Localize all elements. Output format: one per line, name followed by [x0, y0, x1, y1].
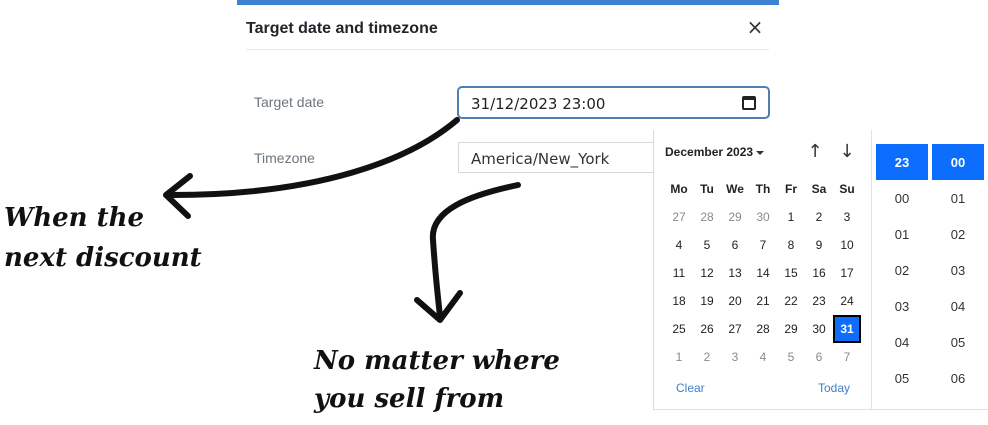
calendar-day[interactable]: 2	[805, 203, 833, 231]
calendar-day[interactable]: 29	[721, 203, 749, 231]
calendar-day[interactable]: 19	[693, 287, 721, 315]
weekday-label: We	[726, 182, 744, 196]
hour-option[interactable]: 00	[876, 180, 928, 216]
minute-option[interactable]: 04	[932, 288, 984, 324]
minute-option[interactable]: 03	[932, 252, 984, 288]
calendar-day[interactable]: 27	[721, 315, 749, 343]
next-month-button[interactable]: ↓	[835, 140, 859, 164]
close-button[interactable]: ×	[745, 17, 765, 37]
calendar-day[interactable]: 1	[665, 343, 693, 371]
weekday-label: Sa	[811, 182, 827, 196]
today-button[interactable]: Today	[818, 381, 850, 395]
calendar-day[interactable]: 29	[777, 315, 805, 343]
hour-option[interactable]: 02	[876, 252, 928, 288]
calendar-day[interactable]: 18	[665, 287, 693, 315]
calendar-day[interactable]: 5	[693, 231, 721, 259]
calendar-icon[interactable]	[742, 96, 756, 110]
calendar-day[interactable]: 5	[777, 343, 805, 371]
annotation-when-next-discount: When the next discount	[4, 198, 202, 278]
minute-option[interactable]: 00	[932, 144, 984, 180]
calendar-day[interactable]: 7	[749, 231, 777, 259]
annotation-no-matter-where: No matter where you sell from	[314, 342, 560, 418]
month-year-label: December 2023	[665, 145, 754, 159]
minute-option[interactable]: 05	[932, 324, 984, 360]
calendar-day[interactable]: 9	[805, 231, 833, 259]
calendar-day[interactable]: 8	[777, 231, 805, 259]
timezone-value: America/New_York	[471, 150, 610, 168]
calendar-day[interactable]: 3	[833, 203, 861, 231]
previous-month-button[interactable]: ↑	[803, 140, 827, 164]
weekday-label: Mo	[670, 182, 688, 196]
time-column-divider	[871, 130, 872, 410]
annotation-line: you sell from	[314, 384, 505, 414]
modal-header: Target date and timezone ×	[246, 14, 769, 50]
target-date-value: 31/12/2023 23:00	[471, 95, 606, 113]
calendar-days-grid: 27 28 29 30 1 2 3 4 5 6 7 8 9 10 11 12 13 14 15 16 17 18 19 20 2…	[665, 203, 861, 371]
target-date-input[interactable]: 31/12/2023 23:00	[457, 86, 770, 119]
calendar-day[interactable]: 1	[777, 203, 805, 231]
calendar-day[interactable]: 4	[665, 231, 693, 259]
calendar-day[interactable]: 22	[777, 287, 805, 315]
minute-option[interactable]: 02	[932, 216, 984, 252]
calendar-day[interactable]: 15	[777, 259, 805, 287]
hour-option[interactable]: 03	[876, 288, 928, 324]
calendar-day[interactable]: 21	[749, 287, 777, 315]
calendar-day[interactable]: 26	[693, 315, 721, 343]
timezone-label: Timezone	[254, 150, 315, 166]
weekday-label: Tu	[700, 182, 714, 196]
arrow-to-timezone-head	[414, 290, 463, 323]
calendar-day[interactable]: 13	[721, 259, 749, 287]
calendar-day[interactable]: 25	[665, 315, 693, 343]
minute-option[interactable]: 06	[932, 360, 984, 396]
clear-button[interactable]: Clear	[676, 381, 705, 395]
hour-option[interactable]: 23	[876, 144, 928, 180]
target-date-label: Target date	[254, 94, 325, 110]
calendar-day[interactable]: 3	[721, 343, 749, 371]
calendar-day[interactable]: 30	[749, 203, 777, 231]
calendar-day[interactable]: 23	[805, 287, 833, 315]
hours-column: 23 00 01 02 03 04 05	[876, 144, 928, 396]
modal-title: Target date and timezone	[246, 20, 438, 37]
timezone-input[interactable]: America/New_York	[458, 142, 654, 173]
modal-top-accent-bar	[237, 0, 779, 5]
calendar-day[interactable]: 10	[833, 231, 861, 259]
annotation-line: When the	[4, 203, 145, 233]
calendar-day[interactable]: 11	[665, 259, 693, 287]
calendar-day[interactable]: 28	[749, 315, 777, 343]
arrow-to-timezone-curve	[429, 182, 521, 319]
calendar-day[interactable]: 7	[833, 343, 861, 371]
calendar-day[interactable]: 24	[833, 287, 861, 315]
calendar-day[interactable]: 14	[749, 259, 777, 287]
calendar-day[interactable]: 17	[833, 259, 861, 287]
calendar-day[interactable]: 4	[749, 343, 777, 371]
calendar-day[interactable]: 27	[665, 203, 693, 231]
hour-option[interactable]: 05	[876, 360, 928, 396]
minute-option[interactable]: 01	[932, 180, 984, 216]
calendar-day-selected[interactable]: 31	[833, 315, 861, 343]
minutes-column: 00 01 02 03 04 05 06	[932, 144, 984, 396]
calendar-day[interactable]: 6	[721, 231, 749, 259]
calendar-day[interactable]: 16	[805, 259, 833, 287]
datetime-picker-popup: December 2023 ↑ ↓ Mo Tu We Th Fr Sa Su 27 28 29 3…	[653, 130, 988, 410]
calendar-day[interactable]: 20	[721, 287, 749, 315]
hour-option[interactable]: 04	[876, 324, 928, 360]
calendar-day[interactable]: 28	[693, 203, 721, 231]
weekday-label: Th	[755, 182, 771, 196]
calendar-day[interactable]: 2	[693, 343, 721, 371]
hour-option[interactable]: 01	[876, 216, 928, 252]
calendar-day[interactable]: 12	[693, 259, 721, 287]
calendar-day[interactable]: 6	[805, 343, 833, 371]
weekday-label: Fr	[785, 182, 797, 196]
annotation-line: next discount	[4, 243, 202, 273]
month-year-selector[interactable]: December 2023	[665, 145, 765, 159]
weekday-header-row: Mo Tu We Th Fr Sa Su	[665, 182, 861, 198]
weekday-label: Su	[839, 182, 855, 196]
caret-down-icon	[756, 150, 765, 155]
annotation-line: No matter where	[314, 346, 560, 376]
calendar-day[interactable]: 30	[805, 315, 833, 343]
